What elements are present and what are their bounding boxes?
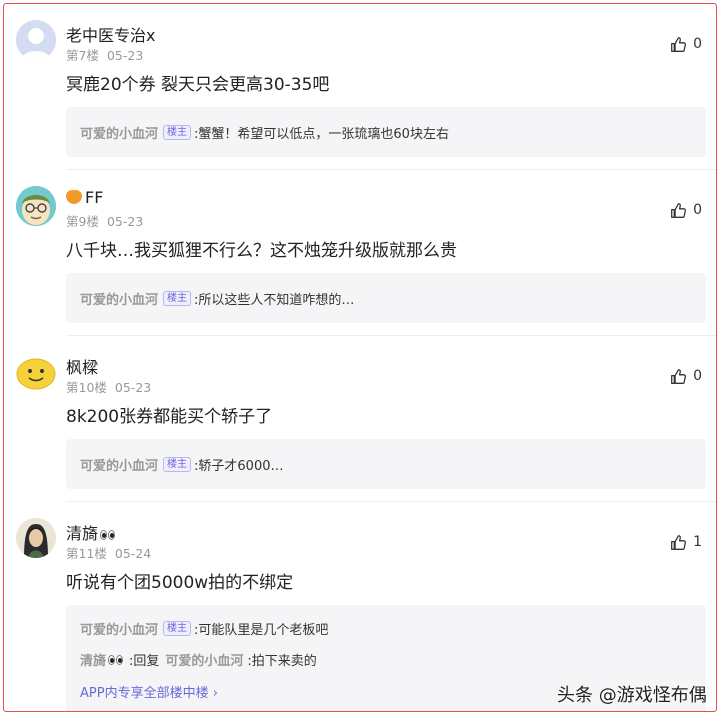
reply-text: :蟹蟹！希望可以低点，一张琉璃也60块左右 — [194, 127, 449, 142]
user-avatar[interactable] — [16, 20, 56, 60]
smiley-face-avatar-icon — [16, 358, 56, 390]
like-button[interactable]: 1 — [670, 532, 702, 552]
portrait-avatar-icon — [16, 518, 56, 558]
comment-list-panel: 老中医专治x 第7楼 05-23 0 冥鹿20个券 裂天只会更高30-35吧 可爱… — [3, 3, 717, 712]
reply-box: 可爱的小血河 楼主 :蟹蟹！希望可以低点，一张琉璃也60块左右 — [66, 107, 706, 157]
author-tag: 楼主 — [163, 621, 192, 636]
reply-box: 可爱的小血河 楼主 :所以这些人不知道咋想的… — [66, 273, 706, 323]
comment-date: 05-23 — [106, 214, 144, 229]
username-text: 清旖 — [66, 524, 99, 543]
comment-item: 老中医专治x 第7楼 05-23 0 冥鹿20个券 裂天只会更高30-35吧 可爱… — [4, 20, 716, 170]
username[interactable]: FF — [66, 188, 103, 207]
default-avatar-icon — [16, 20, 56, 60]
like-count: 0 — [693, 36, 702, 52]
reply-author[interactable]: 可爱的小血河 — [80, 123, 158, 142]
user-avatar[interactable] — [16, 518, 56, 558]
app-more-replies-link[interactable]: APP内专享全部楼中楼 › — [80, 682, 218, 701]
floor-number: 第9楼 — [66, 214, 99, 229]
divider — [66, 501, 716, 502]
like-count: 1 — [693, 534, 702, 550]
comment-meta: 第11楼 05-24 — [66, 543, 151, 562]
username[interactable]: 老中医专治x — [66, 22, 155, 46]
reply-line: 可爱的小血河 楼主 :所以这些人不知道咋想的… — [80, 289, 354, 308]
author-tag: 楼主 — [163, 125, 192, 140]
reply-target[interactable]: 可爱的小血河 — [165, 650, 243, 669]
watermark: 头条 @游戏怪布偶 — [557, 685, 707, 706]
comment-meta: 第9楼 05-23 — [66, 211, 143, 230]
comment-text: 8k200张券都能买个轿子了 — [66, 407, 273, 427]
like-button[interactable]: 0 — [670, 200, 702, 220]
user-avatar[interactable] — [16, 352, 56, 392]
thumbs-up-icon — [671, 534, 687, 550]
author-tag: 楼主 — [163, 457, 192, 472]
username-text: FF — [85, 188, 104, 207]
floor-number: 第7楼 — [66, 48, 99, 63]
reply-line: 可爱的小血河 楼主 :蟹蟹！希望可以低点，一张琉璃也60块左右 — [80, 123, 449, 142]
username[interactable]: 清旖 — [66, 520, 116, 544]
like-button[interactable]: 0 — [670, 366, 702, 386]
reply-text: :所以这些人不知道咋想的… — [194, 293, 355, 308]
thumbs-up-icon — [671, 202, 687, 218]
comment-text: 八千块…我买狐狸不行么？这不烛笼升级版就那么贵 — [66, 241, 457, 261]
author-tag: 楼主 — [163, 291, 192, 306]
eyes-emoji-icon — [108, 654, 124, 665]
reply-text: :可能队里是几个老板吧 — [194, 623, 329, 638]
comment-meta: 第10楼 05-23 — [66, 377, 151, 396]
divider — [66, 169, 716, 170]
like-button[interactable]: 0 — [670, 34, 702, 54]
comment-item: FF 第9楼 05-23 0 八千块…我买狐狸不行么？这不烛笼升级版就那么贵 可爱… — [4, 186, 716, 336]
tiger-emoji-icon — [66, 190, 82, 204]
thumbs-up-icon — [671, 368, 687, 384]
reply-text: :轿子才6000… — [194, 459, 284, 474]
reply-line: 可爱的小血河 楼主 :轿子才6000… — [80, 455, 283, 474]
reply-author[interactable]: 可爱的小血河 — [80, 289, 158, 308]
reply-word: :回复 — [129, 654, 160, 669]
eyes-emoji-icon — [100, 529, 116, 540]
username[interactable]: 枫樑 — [66, 354, 98, 378]
thumbs-up-icon — [671, 36, 687, 52]
divider — [66, 335, 716, 336]
comment-date: 05-23 — [114, 380, 152, 395]
reply-line: 清旖 :回复 可爱的小血河 :拍下来卖的 — [80, 650, 317, 669]
cartoon-character-avatar-icon — [16, 186, 56, 226]
reply-author[interactable]: 可爱的小血河 — [80, 619, 158, 638]
reply-box: 可爱的小血河 楼主 :轿子才6000… — [66, 439, 706, 489]
reply-line: 可爱的小血河 楼主 :可能队里是几个老板吧 — [80, 619, 328, 638]
comment-item: 枫樑 第10楼 05-23 0 8k200张券都能买个轿子了 可爱的小血河 楼主 … — [4, 352, 716, 502]
comment-date: 05-24 — [114, 546, 152, 561]
comment-text: 冥鹿20个券 裂天只会更高30-35吧 — [66, 75, 330, 95]
floor-number: 第11楼 — [66, 546, 107, 561]
comment-meta: 第7楼 05-23 — [66, 45, 143, 64]
reply-author[interactable]: 可爱的小血河 — [80, 455, 158, 474]
like-count: 0 — [693, 368, 702, 384]
comment-text: 听说有个团5000w拍的不绑定 — [66, 573, 294, 593]
floor-number: 第10楼 — [66, 380, 107, 395]
reply-text: :拍下来卖的 — [247, 654, 317, 669]
like-count: 0 — [693, 202, 702, 218]
user-avatar[interactable] — [16, 186, 56, 226]
reply-author[interactable]: 清旖 — [80, 650, 106, 669]
comment-date: 05-23 — [106, 48, 144, 63]
